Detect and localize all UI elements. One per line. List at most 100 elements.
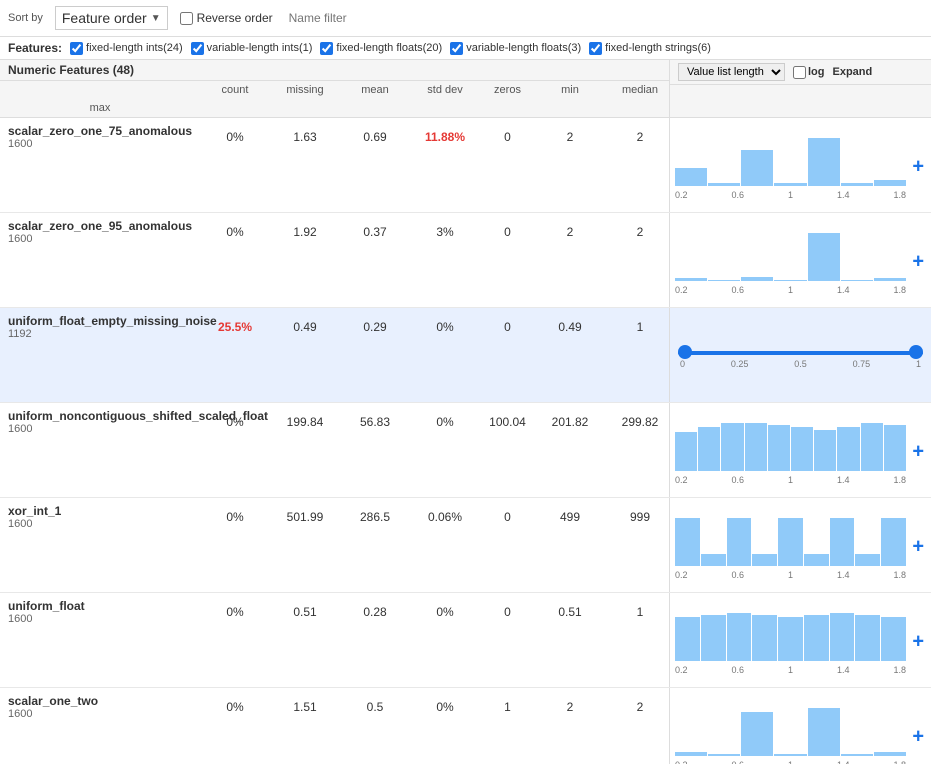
row-left-grid: scalar_zero_one_75_anomalous 1600 0% 1.6…	[0, 124, 669, 150]
feature-checkbox-fixed-floats[interactable]	[320, 42, 333, 55]
bar-3	[774, 183, 806, 186]
stat-stddev: 56.83	[340, 409, 410, 431]
bar-7	[855, 554, 880, 566]
bar-5	[841, 183, 873, 186]
stat-mean: 1.92	[270, 219, 340, 241]
stat-zeros: 0.06%	[410, 504, 480, 526]
tick-label: 0.2	[675, 570, 688, 580]
bar-4	[808, 138, 840, 186]
bar-0	[675, 617, 700, 661]
log-checkbox-label[interactable]: log	[793, 66, 825, 79]
col-header-stddev: std dev	[410, 81, 480, 99]
bar-0	[675, 168, 707, 186]
row-left-grid: scalar_one_two 1600 0% 1.51 0.5 0% 1 2 2	[0, 694, 669, 720]
stat-min: 0	[480, 599, 535, 621]
stat-stddev: 0.5	[340, 694, 410, 716]
col-header-min: min	[535, 81, 605, 99]
tick-label: 0.6	[731, 475, 744, 485]
stat-min: 1	[480, 694, 535, 716]
tick-labels: 0.20.611.41.8	[675, 190, 906, 200]
expand-chart-button[interactable]: +	[912, 441, 924, 464]
slider-track[interactable]	[678, 351, 923, 355]
tick-label: 0.2	[675, 190, 688, 200]
sort-bar: Sort by Feature order ▼ Reverse order	[0, 0, 931, 37]
reverse-order-checkbox[interactable]	[180, 12, 193, 25]
feature-name-block: uniform_noncontiguous_shifted_scaled_flo…	[0, 409, 200, 435]
name-filter-input[interactable]	[285, 9, 448, 27]
bar-0	[675, 518, 700, 566]
tick-label: 1.8	[893, 665, 906, 675]
stat-zeros: 0%	[410, 314, 480, 336]
features-bar: Features: fixed-length ints(24) variable…	[0, 37, 931, 60]
bar-6	[874, 752, 906, 756]
feature-chip-fixed-strings[interactable]: fixed-length strings(6)	[589, 42, 711, 55]
feature-checkbox-var-ints[interactable]	[191, 42, 204, 55]
tick-label: 1.4	[837, 190, 850, 200]
table-row: uniform_float 1600 0% 0.51 0.28 0% 0 0.5…	[0, 593, 931, 688]
expand-chart-button[interactable]: +	[912, 631, 924, 654]
row-left: uniform_float_empty_missing_noise 1192 2…	[0, 308, 670, 402]
feature-checkbox-fixed-strings[interactable]	[589, 42, 602, 55]
col-header-median: median	[605, 81, 675, 99]
feature-chip-fixed-ints[interactable]: fixed-length ints(24)	[70, 42, 183, 55]
bar-4	[768, 425, 790, 471]
stat-zeros: 3%	[410, 219, 480, 241]
tick-label: 1.4	[837, 475, 850, 485]
expand-label: Expand	[833, 66, 873, 78]
stat-max: 999	[605, 504, 675, 526]
col-header-mean: mean	[340, 81, 410, 99]
feature-name: scalar_one_two	[8, 694, 196, 708]
expand-chart-button[interactable]: +	[912, 726, 924, 749]
feature-checkbox-fixed-ints[interactable]	[70, 42, 83, 55]
mini-bar-chart: 0.20.611.41.8 +	[675, 515, 926, 580]
row-right: 0.20.611.41.8 +	[670, 118, 931, 212]
feature-count: 1600	[8, 138, 196, 150]
tick-label: 0.6	[731, 285, 744, 295]
tick-labels: 0.20.611.41.8	[675, 285, 906, 295]
sort-select[interactable]: Feature order ▼	[55, 6, 168, 30]
feature-name-block: uniform_float_empty_missing_noise 1192	[0, 314, 200, 340]
chart-controls-header: Value list length log Expand	[670, 60, 931, 85]
bars-wrap	[675, 518, 906, 566]
feature-count: 1600	[8, 518, 196, 530]
stat-missing: 25.5%	[200, 314, 270, 336]
feature-label-fixed-floats: fixed-length floats(20)	[336, 42, 442, 54]
slider-handle-right[interactable]	[909, 345, 923, 359]
stat-max: 2	[605, 694, 675, 716]
log-label: log	[808, 66, 825, 78]
log-checkbox[interactable]	[793, 66, 806, 79]
feature-chip-fixed-floats[interactable]: fixed-length floats(20)	[320, 42, 442, 55]
expand-chart-button[interactable]: +	[912, 536, 924, 559]
feature-name-block: uniform_float 1600	[0, 599, 200, 625]
stat-missing: 0%	[200, 124, 270, 146]
bar-1	[708, 183, 740, 186]
stat-mean: 0.51	[270, 599, 340, 621]
feature-checkbox-var-floats[interactable]	[450, 42, 463, 55]
stat-stddev: 0.29	[340, 314, 410, 336]
feature-count: 1600	[8, 613, 196, 625]
bar-1	[708, 280, 740, 281]
expand-chart-button[interactable]: +	[912, 156, 924, 179]
tick-label: 1.8	[893, 570, 906, 580]
bar-2	[727, 613, 752, 661]
reverse-order-control[interactable]: Reverse order	[180, 11, 273, 25]
chart-type-select[interactable]: Value list length	[678, 63, 785, 81]
bar-4	[778, 617, 803, 661]
bar-1	[698, 427, 720, 471]
feature-chip-var-floats[interactable]: variable-length floats(3)	[450, 42, 581, 55]
stat-max: 2	[605, 219, 675, 241]
bar-6	[814, 430, 836, 471]
bar-0	[675, 752, 707, 756]
stat-zeros: 11.88%	[410, 124, 480, 146]
feature-chip-var-ints[interactable]: variable-length ints(1)	[191, 42, 313, 55]
slider-handle-left[interactable]	[678, 345, 692, 359]
table-row: scalar_one_two 1600 0% 1.51 0.5 0% 1 2 2	[0, 688, 931, 764]
expand-chart-button[interactable]: +	[912, 251, 924, 274]
bar-4	[808, 708, 840, 756]
table-row: xor_int_1 1600 0% 501.99 286.5 0.06% 0 4…	[0, 498, 931, 593]
stat-mean: 199.84	[270, 409, 340, 431]
feature-name: scalar_zero_one_75_anomalous	[8, 124, 196, 138]
bar-1	[701, 615, 726, 661]
bar-1	[701, 554, 726, 566]
tick-labels: 0.20.611.41.8	[675, 665, 906, 675]
